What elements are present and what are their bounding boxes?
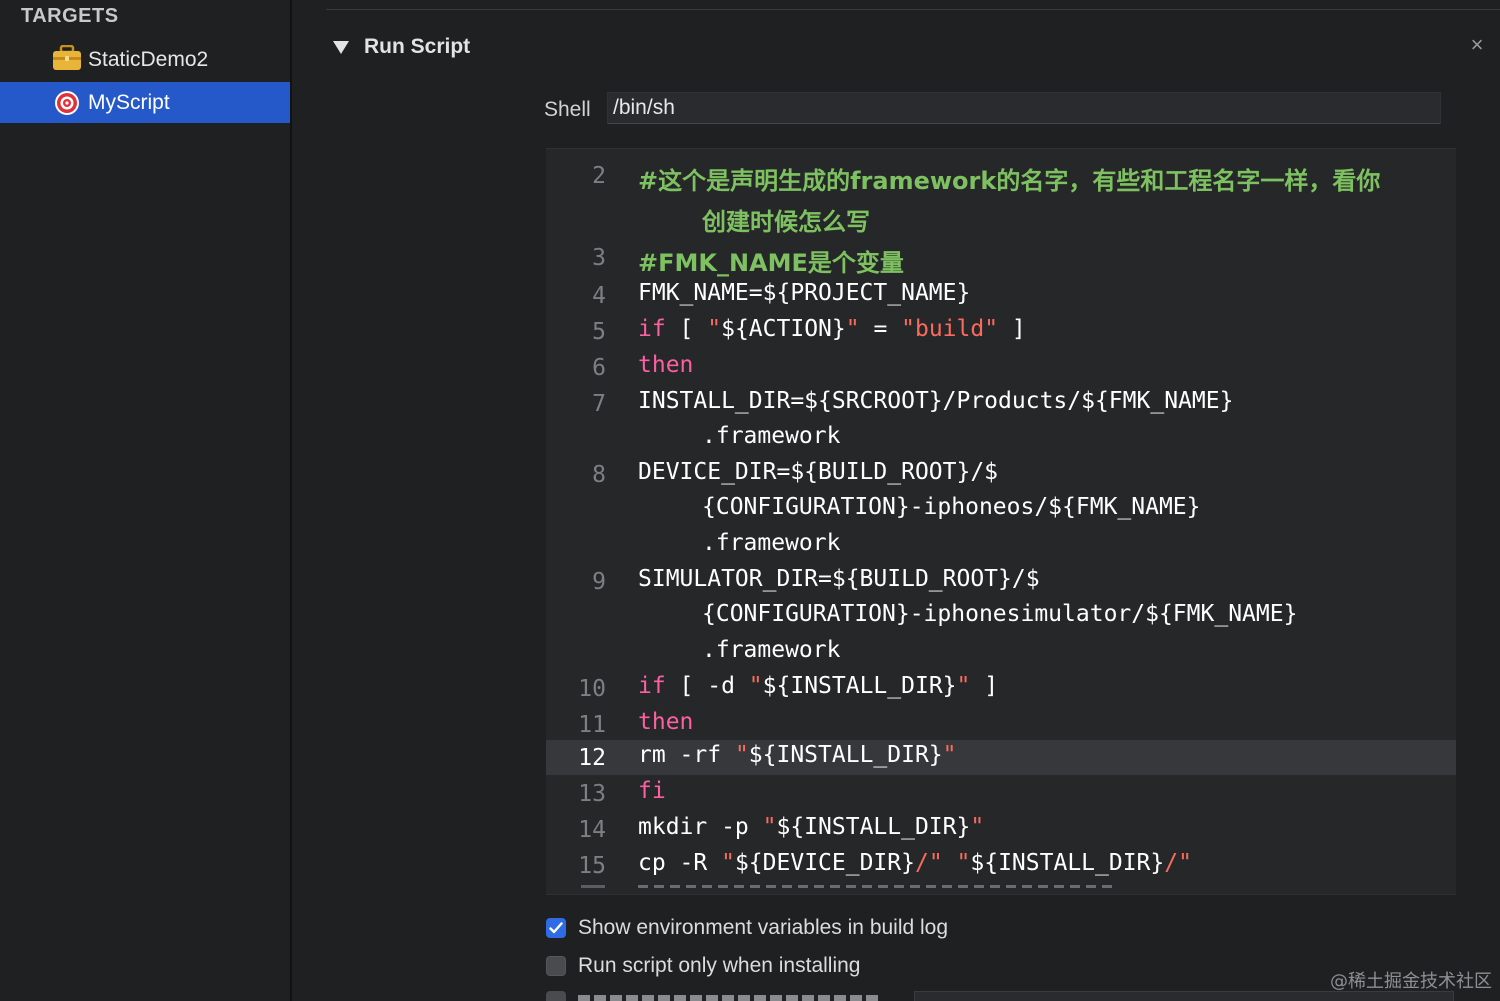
disclosure-triangle-down-icon[interactable] [332,39,350,55]
code-text: {CONFIGURATION}-iphonesimulator/${FMK_NA… [702,601,1298,627]
shell-label: Shell [544,98,591,121]
line-number: 4 [592,283,606,309]
code-line: 8 DEVICE_DIR=${BUILD_ROOT}/$ {CONFIGURAT… [546,456,1456,563]
shell-input[interactable] [607,92,1441,124]
comment-text: #这个是声明生成的framework的名字，有些和工程名字一样，看你 [638,167,1381,195]
divider [326,9,1500,10]
code-line: 6 then [546,349,1456,385]
code-line: 4 FMK_NAME=${PROJECT_NAME} [546,277,1456,313]
line-number: 14 [578,817,606,843]
code-line: 9 SIMULATOR_DIR=${BUILD_ROOT}/$ {CONFIGU… [546,563,1456,670]
phase-title: Run Script [364,35,471,58]
checkmark-icon [549,922,563,934]
code-text: DEVICE_DIR=${BUILD_ROOT}/$ [638,459,999,485]
line-number: 12 [578,745,606,771]
show-env-vars-option[interactable]: Show environment variables in build log [546,915,948,941]
build-phase-editor: Run Script × Shell 2 #这个是声明生成的framework的… [292,0,1500,1001]
code-line: 5 if [ "${ACTION}" = "build" ] [546,313,1456,349]
code-line: 13 fi [546,775,1456,811]
code-line: 7 INSTALL_DIR=${SRCROOT}/Products/${FMK_… [546,385,1456,456]
watermark: @稀土掘金技术社区 [1330,971,1492,992]
xcode-build-phases-window: TARGETS StaticDemo2 MyScript Run Script … [0,0,1500,1001]
line-number: 3 [592,245,606,271]
code-line: 15 cp -R "${DEVICE_DIR}/" "${INSTALL_DIR… [546,847,1456,883]
cropped-checkbox [546,991,566,1001]
target-label: StaticDemo2 [88,47,209,71]
code-line: 3 #FMK_NAME是个变量 [546,237,1456,277]
code-text: then [638,352,694,378]
line-number: 10 [578,676,606,702]
code-line: 14 mkdir -p "${INSTALL_DIR}" [546,811,1456,847]
code-line: 11 then [546,706,1456,740]
code-text: INSTALL_DIR=${SRCROOT}/Products/${FMK_NA… [638,388,1234,414]
code-text: SIMULATOR_DIR=${BUILD_ROOT}/$ [638,566,1040,592]
code-text: mkdir -p "${INSTALL_DIR}" [638,814,985,840]
script-editor[interactable]: 2 #这个是声明生成的framework的名字，有些和工程名字一样，看你 创建时… [546,148,1456,895]
target-label: MyScript [88,90,170,114]
line-number: 6 [592,355,606,381]
current-code-line: 12 rm -rf "${INSTALL_DIR}" [546,740,1456,775]
comment-text: #FMK_NAME是个变量 [638,249,904,277]
code-text: .framework [702,530,841,556]
close-icon[interactable]: × [1466,34,1488,56]
cropped-code-line [566,885,1126,894]
code-text: if [ "${ACTION}" = "build" ] [638,316,1026,342]
code-text: .framework [702,637,841,663]
run-script-phase-header[interactable]: Run Script [332,32,470,62]
target-item-myscript[interactable]: MyScript [0,82,290,123]
target-icon [55,91,79,115]
line-number: 9 [592,569,606,595]
code-text: cp -R "${DEVICE_DIR}/" "${INSTALL_DIR}/" [638,850,1192,876]
line-number: 8 [592,462,606,488]
target-item-staticdemo2[interactable]: StaticDemo2 [0,39,290,80]
line-number: 5 [592,319,606,345]
targets-header: TARGETS [21,5,119,27]
line-number: 11 [578,712,606,738]
code-text: if [ -d "${INSTALL_DIR}" ] [638,673,999,699]
run-only-installing-label: Run script only when installing [578,954,861,977]
cropped-option-row [546,991,878,1001]
code-text: {CONFIGURATION}-iphoneos/${FMK_NAME} [702,494,1201,520]
line-number: 13 [578,781,606,807]
code-text: rm -rf "${INSTALL_DIR}" [638,742,957,768]
code-text: then [638,709,694,735]
run-only-installing-checkbox[interactable] [546,956,566,976]
line-number: 15 [578,853,606,879]
show-env-vars-label: Show environment variables in build log [578,916,949,939]
code-line: 2 #这个是声明生成的framework的名字，有些和工程名字一样，看你 创建时… [546,155,1456,237]
code-text: FMK_NAME=${PROJECT_NAME} [638,280,971,306]
line-number: 2 [592,163,606,189]
code-line: 10 if [ -d "${INSTALL_DIR}" ] [546,670,1456,706]
targets-sidebar: TARGETS StaticDemo2 MyScript [0,0,292,1001]
run-only-installing-option[interactable]: Run script only when installing [546,953,860,979]
show-env-vars-checkbox[interactable] [546,918,566,938]
comment-text: 创建时候怎么写 [702,208,870,236]
cropped-label [578,995,878,1001]
code-text: fi [638,778,666,804]
line-number: 7 [592,391,606,417]
code-text: .framework [702,423,841,449]
toolbox-icon [53,45,81,70]
